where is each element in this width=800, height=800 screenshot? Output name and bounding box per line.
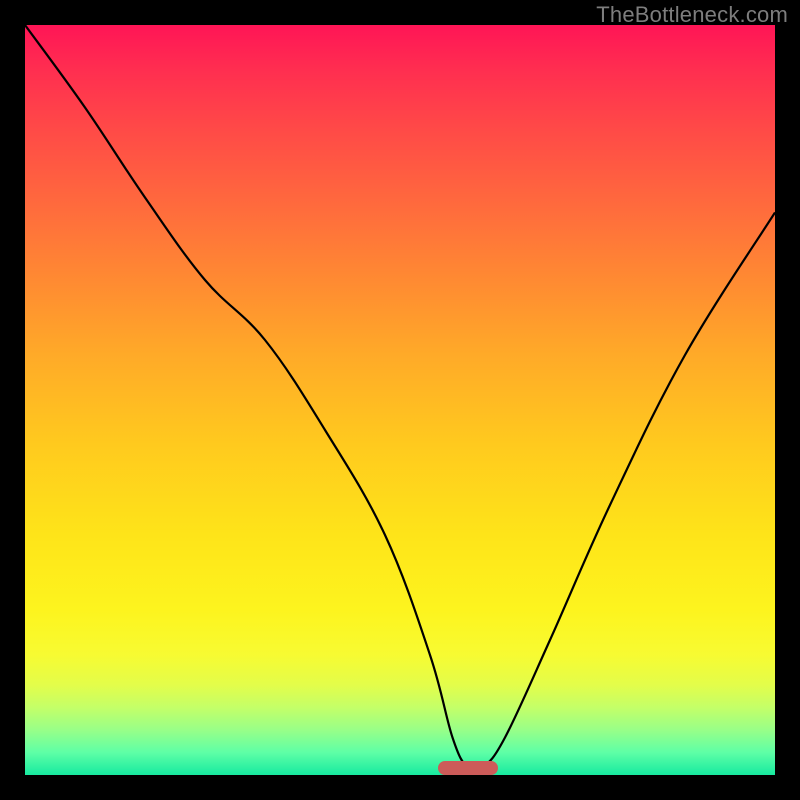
chart-frame: TheBottleneck.com [0, 0, 800, 800]
plot-area [25, 25, 775, 775]
optimal-range-marker [438, 761, 498, 775]
watermark-text: TheBottleneck.com [596, 2, 788, 28]
bottleneck-curve [25, 25, 775, 775]
